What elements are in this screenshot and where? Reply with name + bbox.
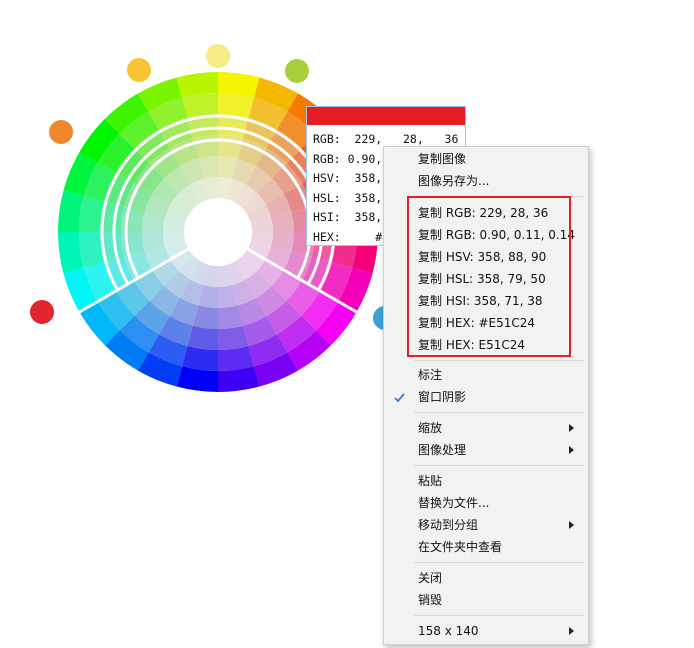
menu-item-destroy[interactable]: 销毁 [418,590,442,610]
menu-item-zoom[interactable]: 缩放 [418,418,442,438]
wheel-dot [206,44,230,68]
menu-separator [414,360,584,361]
screenshot-canvas: RGB: 229, 28, 36 RGB: 0.90, HSV: 358, HS… [0,0,694,648]
menu-item-view-in-folder[interactable]: 在文件夹中查看 [418,537,502,557]
menu-separator [414,412,584,413]
menu-item-copy-hsv[interactable]: 复制 HSV: 358, 88, 90 [418,247,546,267]
context-menu: 复制图像 图像另存为... 复制 RGB: 229, 28, 36 复制 RGB… [383,146,589,645]
menu-item-size[interactable]: 158 x 140 [418,621,479,641]
menu-item-copy-hsl[interactable]: 复制 HSL: 358, 79, 50 [418,269,546,289]
menu-item-copy-rgb[interactable]: 复制 RGB: 229, 28, 36 [418,203,548,223]
check-icon [394,393,405,403]
menu-item-copy-hsi[interactable]: 复制 HSI: 358, 71, 38 [418,291,543,311]
wheel-dot [49,120,73,144]
wheel-segment [187,325,218,350]
menu-item-copy-rgb-float[interactable]: 复制 RGB: 0.90, 0.11, 0.14 [418,225,575,245]
menu-separator [414,465,584,466]
picked-color-swatch [307,107,465,125]
wheel-center [184,198,252,266]
wheel-dot [30,300,54,324]
wheel-segment [218,325,249,350]
menu-item-move-to-group[interactable]: 移动到分组 [418,515,478,535]
menu-item-copy-hex[interactable]: 复制 HEX: E51C24 [418,335,525,355]
menu-item-paste[interactable]: 粘贴 [418,471,442,491]
color-wheel-image [30,44,397,392]
menu-item-copy-image[interactable]: 复制图像 [418,149,466,169]
menu-item-replace-with-file[interactable]: 替换为文件... [418,493,489,513]
menu-item-image-processing[interactable]: 图像处理 [418,440,466,460]
menu-item-window-shadow[interactable]: 窗口阴影 [418,387,466,407]
menu-separator [414,196,584,197]
menu-item-save-image-as[interactable]: 图像另存为... [418,171,489,191]
chevron-right-icon [569,424,574,432]
menu-separator [414,615,584,616]
chevron-right-icon [569,521,574,529]
menu-item-annotate[interactable]: 标注 [418,365,442,385]
chevron-right-icon [569,446,574,454]
chevron-right-icon [569,627,574,635]
menu-item-close[interactable]: 关闭 [418,568,442,588]
wheel-dot [285,59,309,83]
menu-item-copy-hex-hash[interactable]: 复制 HEX: #E51C24 [418,313,535,333]
wheel-dot [127,58,151,82]
menu-separator [414,562,584,563]
